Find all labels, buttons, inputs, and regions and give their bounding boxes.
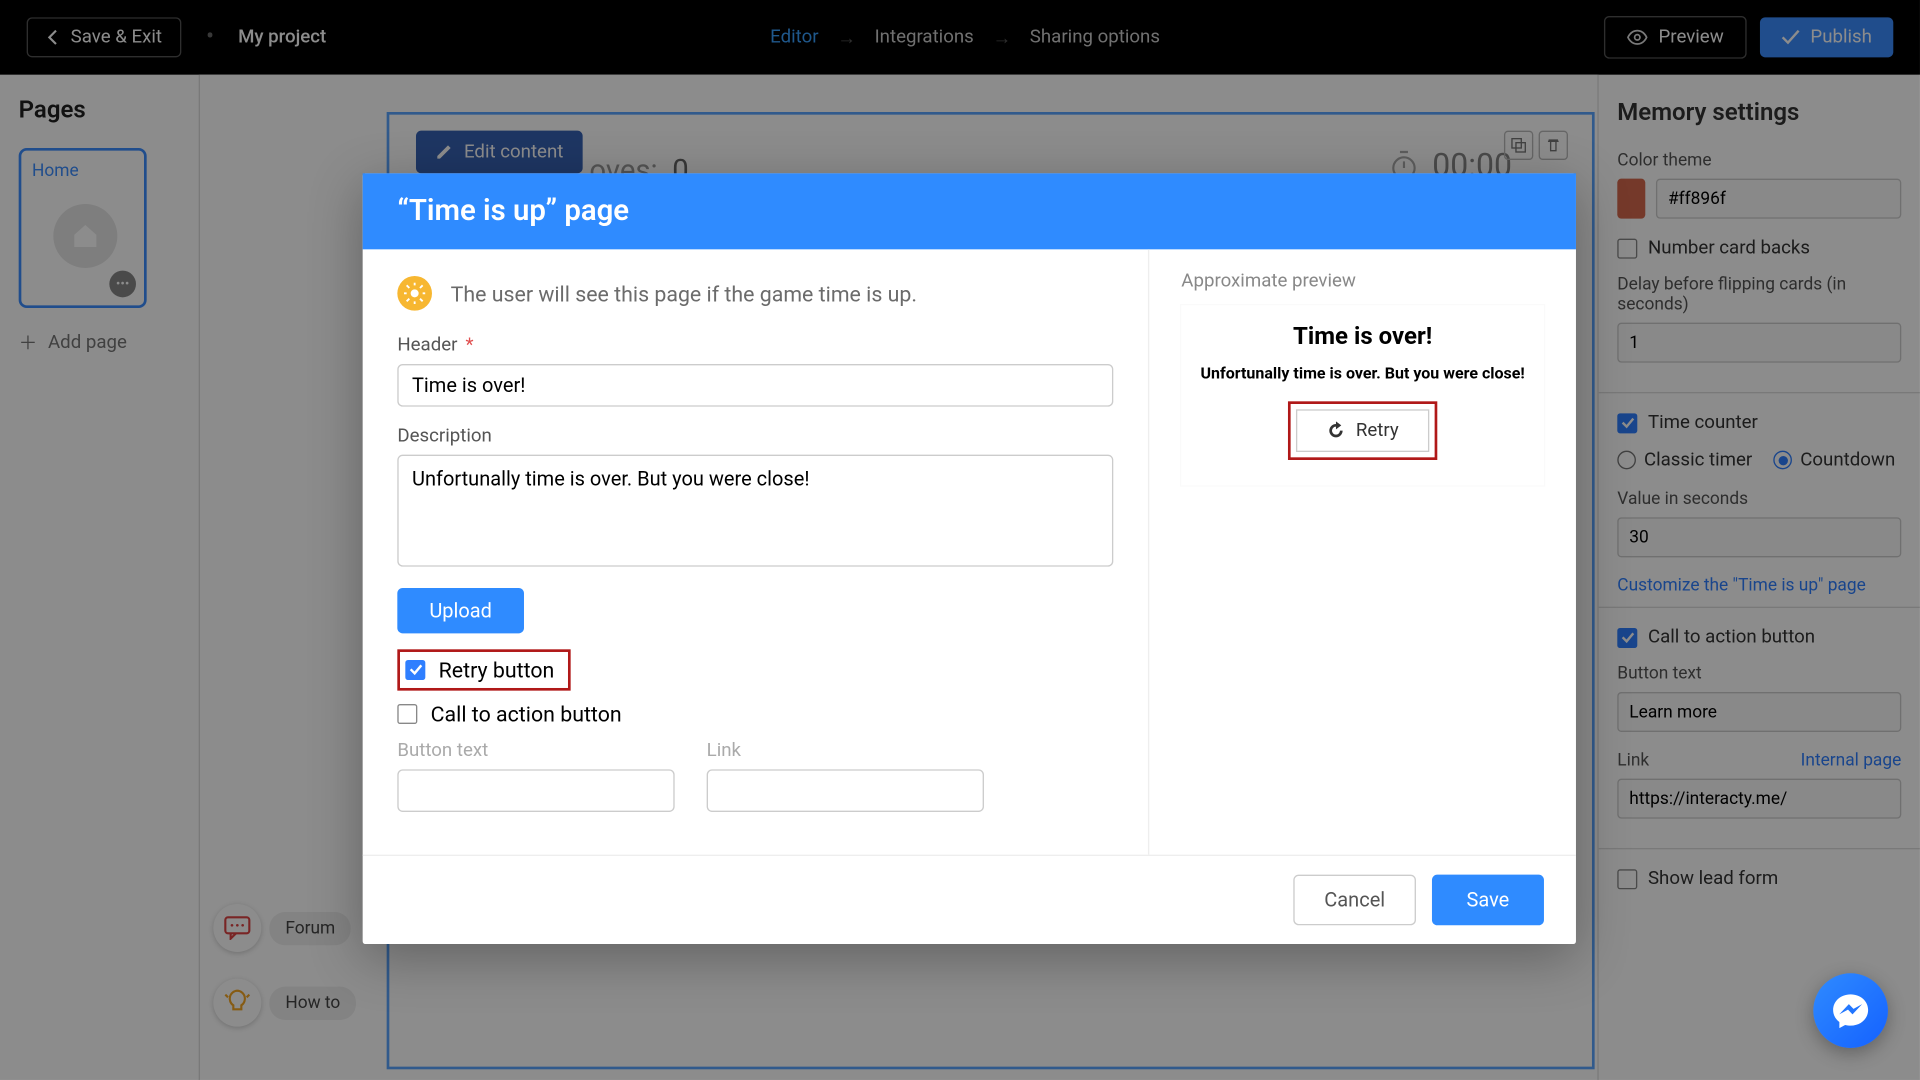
preview-description: Unfortunally time is over. But you were …	[1191, 364, 1535, 383]
modal-link-input[interactable]	[707, 769, 984, 812]
modal-button-text-input[interactable]	[397, 769, 674, 812]
description-textarea[interactable]	[397, 455, 1113, 567]
retry-button-highlight: Retry button	[397, 649, 570, 690]
retry-button-checkbox[interactable]	[405, 660, 425, 680]
cancel-button[interactable]: Cancel	[1294, 875, 1416, 926]
modal-hint: The user will see this page if the game …	[451, 281, 917, 306]
modal-link-label: Link	[707, 740, 984, 761]
modal-cta-checkbox[interactable]	[397, 704, 417, 724]
header-input[interactable]	[397, 364, 1113, 407]
check-icon	[409, 664, 422, 676]
save-button[interactable]: Save	[1432, 875, 1544, 926]
preview-title: Time is over!	[1191, 323, 1535, 351]
upload-button[interactable]: Upload	[397, 588, 524, 633]
messenger-fab[interactable]	[1813, 973, 1888, 1048]
modal-button-text-label: Button text	[397, 740, 674, 761]
preview-retry-label: Retry	[1356, 420, 1399, 441]
modal-title: “Time is up” page	[363, 173, 1576, 249]
preview-box: Time is over! Unfortunally time is over.…	[1181, 305, 1544, 485]
header-field-label: Header*	[397, 335, 1113, 356]
refresh-icon	[1327, 421, 1346, 440]
messenger-icon	[1831, 991, 1871, 1031]
retry-button-label: Retry button	[439, 657, 555, 682]
sun-icon	[397, 276, 432, 311]
preview-retry-highlight: Retry	[1288, 401, 1437, 460]
description-field-label: Description	[397, 425, 1113, 446]
timeup-modal: “Time is up” page The user will see this…	[363, 173, 1576, 944]
preview-retry-button[interactable]: Retry	[1296, 409, 1429, 452]
modal-cta-label: Call to action button	[431, 701, 622, 726]
approx-preview-label: Approximate preview	[1181, 271, 1544, 292]
